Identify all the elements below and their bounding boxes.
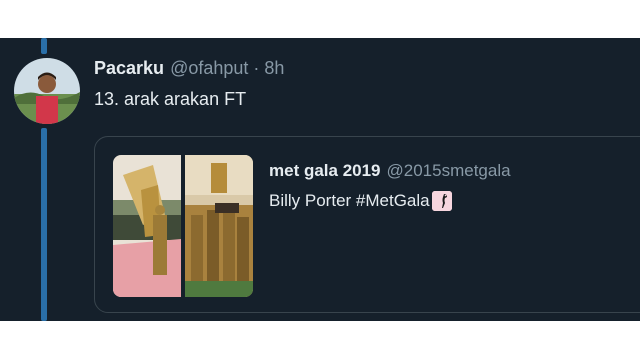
avatar[interactable] (14, 58, 80, 124)
quoted-author-handle[interactable]: @2015smetgala (387, 161, 511, 181)
media-photo-left[interactable] (113, 155, 181, 297)
quoted-tweet-card[interactable]: met gala 2019 @2015smetgala Billy Porter… (94, 136, 640, 313)
quoted-tweet-text: Billy Porter #MetGala (269, 191, 430, 210)
tweet-text: 13. arak arakan FT (94, 89, 247, 109)
quoted-tweet-media[interactable] (113, 155, 253, 297)
thread-connector-bottom (41, 128, 47, 321)
thread-connector-top (41, 38, 47, 54)
tweet-header: Pacarku @ofahput · 8h (94, 58, 284, 82)
quoted-tweet-header: met gala 2019 @2015smetgala (269, 161, 511, 181)
flamingo-icon (431, 191, 452, 211)
author-name[interactable]: Pacarku (94, 58, 164, 79)
media-photo-right[interactable] (185, 155, 253, 297)
tweet-timestamp[interactable]: 8h (264, 58, 284, 79)
quoted-tweet-text-row: Billy Porter #MetGala (269, 191, 452, 211)
header-separator: · (253, 58, 260, 78)
author-handle[interactable]: @ofahput (170, 58, 248, 79)
quoted-author-name[interactable]: met gala 2019 (269, 161, 381, 181)
